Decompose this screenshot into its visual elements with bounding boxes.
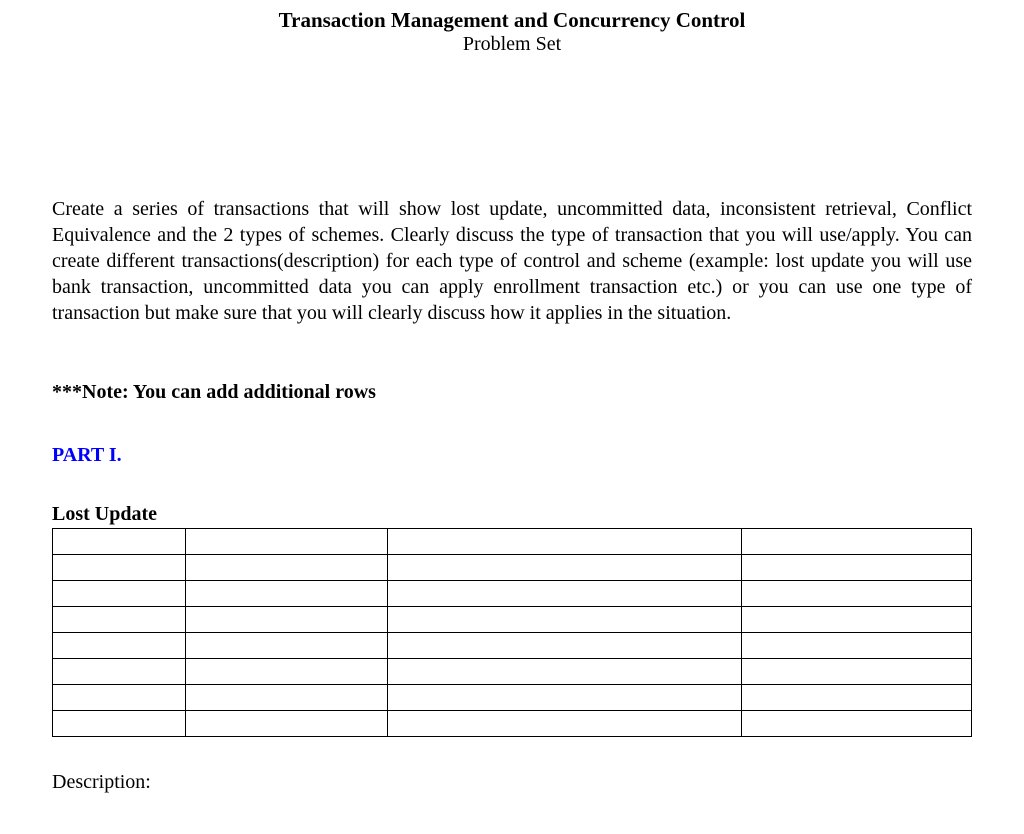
table-cell	[742, 659, 972, 685]
table-row	[53, 685, 972, 711]
table-row	[53, 659, 972, 685]
table-cell	[53, 659, 186, 685]
table-row	[53, 529, 972, 555]
table-cell	[742, 685, 972, 711]
table-row	[53, 711, 972, 737]
note-text: ***Note: You can add additional rows	[52, 381, 972, 404]
table-cell	[742, 607, 972, 633]
table-cell	[186, 555, 388, 581]
table-cell	[53, 555, 186, 581]
table-cell	[388, 581, 742, 607]
table-cell	[53, 685, 186, 711]
table-cell	[388, 607, 742, 633]
table-cell	[388, 659, 742, 685]
instructions-paragraph: Create a series of transactions that wil…	[52, 196, 972, 326]
table-cell	[186, 633, 388, 659]
table-cell	[388, 529, 742, 555]
section-heading: Lost Update	[52, 503, 972, 526]
table-cell	[388, 711, 742, 737]
table-cell	[186, 529, 388, 555]
description-label: Description:	[52, 771, 972, 794]
table-cell	[742, 555, 972, 581]
table-row	[53, 555, 972, 581]
table-cell	[742, 633, 972, 659]
part-heading: PART I.	[52, 444, 972, 467]
table-cell	[186, 581, 388, 607]
lost-update-table	[52, 528, 972, 737]
table-cell	[53, 607, 186, 633]
table-cell	[186, 659, 388, 685]
doc-subtitle: Problem Set	[52, 33, 972, 56]
table-row	[53, 607, 972, 633]
table-cell	[388, 633, 742, 659]
table-cell	[53, 633, 186, 659]
table-row	[53, 581, 972, 607]
table-cell	[388, 555, 742, 581]
table-cell	[53, 529, 186, 555]
table-cell	[742, 711, 972, 737]
table-cell	[742, 581, 972, 607]
table-row	[53, 633, 972, 659]
table-cell	[388, 685, 742, 711]
table-cell	[53, 711, 186, 737]
table-cell	[742, 529, 972, 555]
table-cell	[186, 607, 388, 633]
table-cell	[53, 581, 186, 607]
table-cell	[186, 685, 388, 711]
doc-title: Transaction Management and Concurrency C…	[52, 8, 972, 33]
table-cell	[186, 711, 388, 737]
